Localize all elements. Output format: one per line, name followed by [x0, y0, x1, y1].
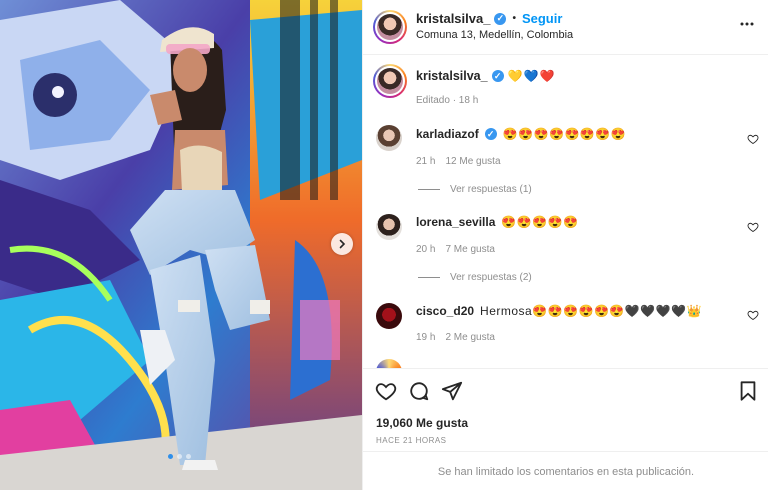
caption-meta: Editado · 18 h	[416, 95, 479, 106]
carousel-dot	[186, 454, 191, 459]
comments-limited-notice: Se han limitado los comentarios en esta …	[363, 451, 768, 490]
comment-time: 19 h	[416, 332, 436, 343]
comment-time: 21 h	[416, 156, 436, 167]
comment-likes[interactable]: 12 Me gusta	[445, 156, 500, 167]
comment-like-heart-icon[interactable]	[747, 221, 759, 233]
comment-avatar[interactable]	[376, 125, 402, 151]
post-time: HACE 21 HORAS	[376, 436, 447, 445]
verified-icon: ✓	[494, 12, 507, 25]
comment-like-heart-icon[interactable]	[747, 309, 759, 321]
carousel-dot	[168, 454, 173, 459]
comment-time: 20 h	[416, 244, 436, 255]
comment-username[interactable]: cisco_d20	[416, 304, 474, 318]
author-line: kristalsilva_ ✓ • Seguir	[416, 11, 562, 26]
comment-icon[interactable]	[408, 380, 430, 402]
caption-line: kristalsilva_ ✓ 💛💙❤️	[416, 69, 555, 83]
comment-username[interactable]: lorena_sevilla	[416, 215, 495, 229]
comment-meta: 21 h 12 Me gusta	[416, 156, 501, 167]
verified-icon: ✓	[491, 70, 504, 82]
comment-meta: 19 h 2 Me gusta	[416, 332, 495, 343]
graffiti-photo	[0, 0, 362, 490]
comment-avatar[interactable]	[376, 214, 402, 240]
verified-icon: ✓	[484, 128, 497, 140]
caption-text: 💛💙❤️	[507, 69, 556, 83]
comment-line: lorena_sevilla 😍😍😍😍😍	[416, 215, 579, 229]
post-header: kristalsilva_ ✓ • Seguir Comuna 13, Mede…	[363, 0, 768, 55]
post-viewer: kristalsilva_ ✓ • Seguir Comuna 13, Mede…	[0, 0, 768, 490]
comment-likes[interactable]: 7 Me gusta	[445, 244, 494, 255]
separator-dot: •	[512, 13, 516, 24]
location-link[interactable]: Comuna 13, Medellín, Colombia	[416, 29, 573, 41]
comment-text: 😍😍😍😍😍😍😍😍	[502, 127, 627, 141]
replies-line	[418, 277, 440, 278]
comment-line: karladiazof ✓ 😍😍😍😍😍😍😍😍	[416, 127, 626, 141]
likes-count[interactable]: 19,060 Me gusta	[376, 416, 468, 430]
share-icon[interactable]	[441, 380, 463, 402]
carousel-dots	[168, 454, 191, 459]
view-replies-button[interactable]: Ver respuestas (2)	[418, 272, 532, 283]
comment-username[interactable]: karladiazof	[416, 127, 479, 141]
view-replies-button[interactable]: Ver respuestas (1)	[418, 184, 532, 195]
replies-line	[418, 189, 440, 190]
next-photo-button[interactable]	[331, 233, 353, 255]
comment-line: cisco_d20 Hermosa😍😍😍😍😍😍🖤🖤🖤🖤👑	[416, 304, 702, 318]
comment-meta: 20 h 7 Me gusta	[416, 244, 495, 255]
caption-username[interactable]: kristalsilva_	[416, 69, 488, 83]
view-replies-label: Ver respuestas (1)	[450, 184, 532, 195]
post-photo[interactable]	[0, 0, 362, 490]
heart-icon[interactable]	[375, 380, 397, 402]
comment-text: Hermosa😍😍😍😍😍😍🖤🖤🖤🖤👑	[480, 304, 703, 318]
view-replies-label: Ver respuestas (2)	[450, 272, 532, 283]
more-icon	[740, 22, 754, 26]
comment-text: 😍😍😍😍😍	[501, 215, 579, 229]
chevron-right-icon	[339, 239, 346, 249]
comment-like-heart-icon[interactable]	[747, 133, 759, 145]
more-options-button[interactable]	[737, 14, 757, 34]
author-avatar[interactable]	[373, 10, 407, 44]
bookmark-icon[interactable]	[737, 380, 759, 402]
comment-likes[interactable]: 2 Me gusta	[445, 332, 494, 343]
follow-button[interactable]: Seguir	[522, 11, 562, 26]
comment-avatar[interactable]	[376, 303, 402, 329]
author-username[interactable]: kristalsilva_	[416, 11, 490, 26]
post-actions: 19,060 Me gusta HACE 21 HORAS Se han lim…	[363, 368, 768, 490]
carousel-dot	[177, 454, 182, 459]
post-side-panel: kristalsilva_ ✓ • Seguir Comuna 13, Mede…	[362, 0, 768, 490]
caption-avatar[interactable]	[373, 64, 407, 98]
